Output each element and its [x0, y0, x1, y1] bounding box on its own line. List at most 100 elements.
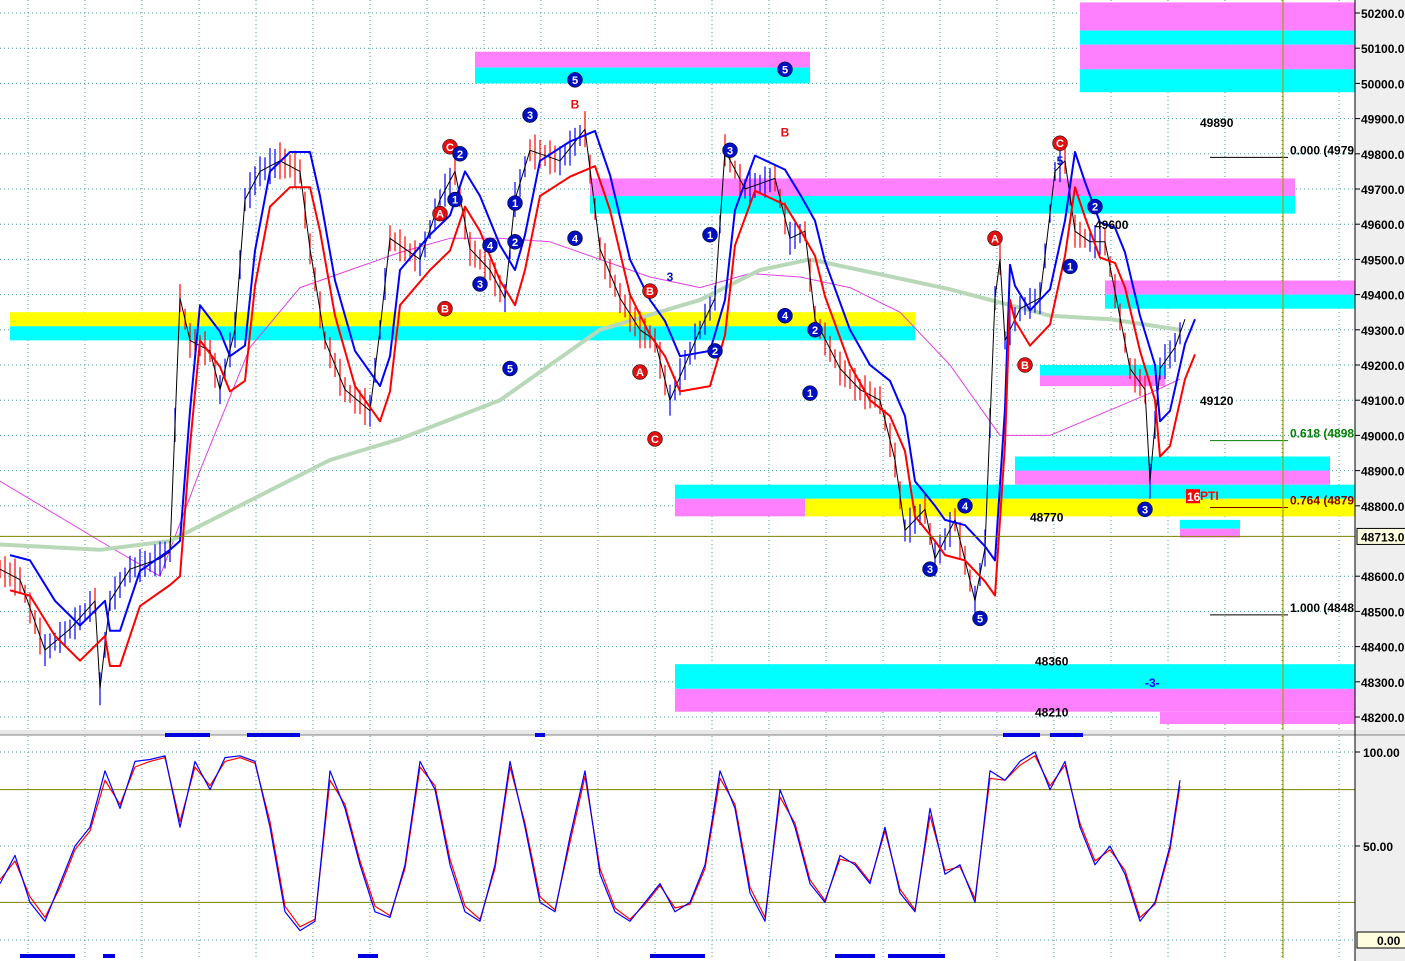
zone-band: [1040, 375, 1165, 387]
wave-label: 4: [487, 240, 494, 252]
wave-label: 3: [1142, 504, 1148, 516]
price-axis-tick-label: 48800.0: [1361, 500, 1405, 514]
wave-label: B: [781, 126, 790, 140]
zone-band: [675, 484, 1355, 499]
price-level-label: 48210: [1035, 706, 1069, 720]
wave-label: 1: [707, 230, 713, 242]
zone-band: [10, 326, 915, 341]
price-axis-background: [1355, 0, 1405, 961]
zone-band: [1080, 2, 1355, 31]
zone-band: [1080, 69, 1355, 93]
wave-label: 4: [572, 233, 579, 245]
signal-marker: [103, 954, 115, 958]
wave-label: 2: [457, 149, 463, 161]
price-axis-tick-label: 48900.0: [1361, 465, 1405, 479]
price-axis-tick-label: 49300.0: [1361, 324, 1405, 338]
signal-marker: [1050, 733, 1083, 737]
wave-label: 1: [452, 195, 458, 207]
zone-band: [675, 688, 1355, 712]
wave-label: C: [1056, 138, 1064, 150]
signal-marker: [165, 733, 210, 737]
wave-label: 1: [512, 198, 518, 210]
wave-label: B: [571, 98, 580, 112]
price-axis-tick-label: 49400.0: [1361, 289, 1405, 303]
pti-badge-count: 16: [1187, 490, 1201, 504]
wave-label: A: [636, 367, 644, 379]
zone-band: [1080, 44, 1355, 70]
zone-band: [1080, 30, 1355, 45]
pane-separator: [0, 730, 1405, 735]
price-axis-tick-label: 49100.0: [1361, 394, 1405, 408]
price-level-label: 48360: [1035, 655, 1069, 669]
wave-label: 5: [977, 613, 983, 625]
price-axis-tick-label: 48600.0: [1361, 570, 1405, 584]
wave-label: 5: [507, 364, 513, 376]
wave-label: 5: [572, 75, 578, 87]
price-axis-tick-label: 48400.0: [1361, 641, 1405, 655]
signal-marker: [247, 733, 300, 737]
wave-label: 3: [667, 270, 674, 284]
wave-label: 4: [782, 311, 789, 323]
signal-marker: [535, 733, 545, 737]
fib-level-label: 0.764 (4879: [1290, 494, 1354, 508]
signal-marker: [20, 954, 75, 958]
price-axis-tick-label: 48200.0: [1361, 711, 1405, 725]
price-axis-tick-label: 49200.0: [1361, 359, 1405, 373]
price-level-label: 49600: [1095, 218, 1129, 232]
wave-label: 3: [927, 564, 933, 576]
wave-label: 2: [712, 346, 718, 358]
price-axis-tick-label: 49600.0: [1361, 218, 1405, 232]
price-axis-tick-label: 50100.0: [1361, 42, 1405, 56]
wave-label: 5: [1057, 154, 1064, 168]
fib-level-label: 1.000 (4848: [1290, 601, 1354, 615]
wave-label: A: [991, 233, 999, 245]
last-price-value: 48713.0: [1361, 530, 1405, 544]
signal-marker: [835, 954, 875, 958]
wave-label: 1: [807, 388, 813, 400]
oscillator-tick-label: 100.00: [1363, 746, 1400, 760]
zone-band: [590, 196, 1295, 214]
zone-band: [1105, 280, 1355, 295]
price-axis-tick-label: 50200.0: [1361, 7, 1405, 21]
price-level-label: PTI: [1200, 489, 1219, 503]
wave-label: B: [646, 286, 654, 298]
trading-chart: 0.000 (4979 0.618 (4898 0.764 (4879 1.000 (…: [0, 0, 1405, 961]
zone-band: [1180, 519, 1240, 529]
price-level-label: -3-: [1145, 676, 1160, 690]
zone-band: [675, 664, 1355, 689]
wave-label: 4: [962, 501, 969, 513]
wave-label: 2: [1092, 202, 1098, 214]
oscillator-last-value: 0.00: [1377, 934, 1401, 948]
signal-marker: [1003, 733, 1040, 737]
fib-level-label: 0.618 (4898: [1290, 427, 1354, 441]
signal-marker: [888, 954, 945, 958]
price-level-label: 49890: [1200, 116, 1234, 130]
wave-label: 3: [527, 110, 533, 122]
zone-band: [475, 51, 810, 68]
price-level-label: 48770: [1030, 510, 1064, 524]
signal-marker: [358, 954, 378, 958]
wave-label: A: [436, 209, 444, 221]
wave-label: 3: [477, 279, 483, 291]
wave-label: 2: [812, 325, 818, 337]
zone-band: [475, 67, 810, 84]
zone-band: [675, 498, 805, 517]
wave-label: B: [441, 304, 449, 316]
price-axis-tick-label: 49700.0: [1361, 183, 1405, 197]
oscillator-tick-label: 50.00: [1363, 840, 1393, 854]
price-axis-tick-label: 48500.0: [1361, 605, 1405, 619]
wave-label: 1: [1067, 261, 1073, 273]
price-level-label: 49120: [1200, 394, 1234, 408]
wave-label: 3: [727, 145, 733, 157]
zone-band: [1160, 711, 1355, 725]
price-axis-tick-label: 48300.0: [1361, 676, 1405, 690]
price-axis-tick-label: 49900.0: [1361, 113, 1405, 127]
price-axis-tick-label: 50000.0: [1361, 77, 1405, 91]
wave-label: 5: [782, 64, 788, 76]
chart-canvas: 0.000 (4979 0.618 (4898 0.764 (4879 1.000 (…: [0, 0, 1405, 961]
wave-label: B: [1021, 360, 1029, 372]
fib-level-label: 0.000 (4979: [1290, 143, 1354, 157]
wave-label: C: [651, 434, 659, 446]
wave-label: 2: [512, 237, 518, 249]
zone-band: [590, 178, 1295, 197]
